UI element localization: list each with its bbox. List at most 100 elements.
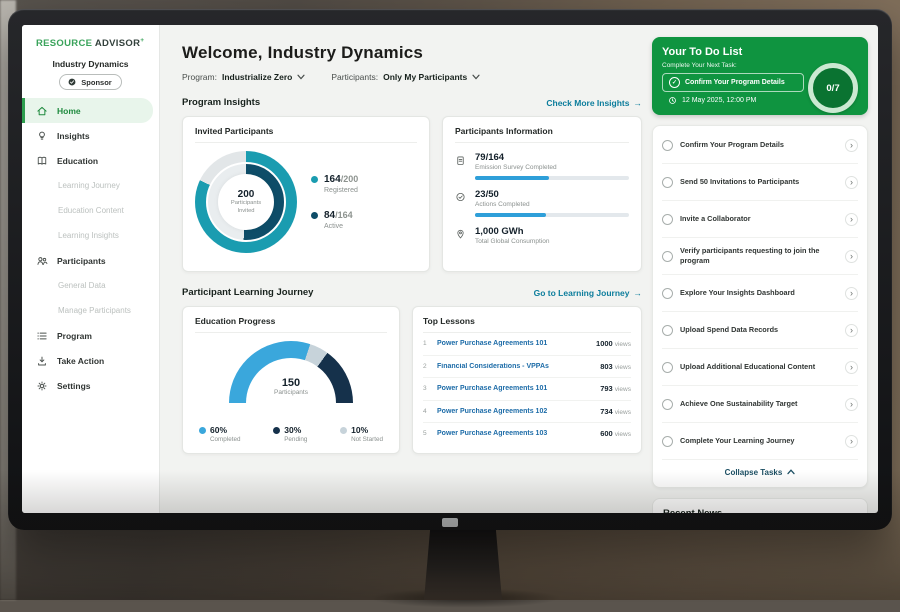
todo-card: Your To Do List Complete Your Next Task:… [652, 37, 868, 115]
actions-label: Actions Completed [475, 201, 629, 208]
collapse-tasks-button[interactable]: Collapse Tasks [662, 460, 858, 484]
task-item[interactable]: Explore Your Insights Dashboard › [662, 275, 858, 312]
take-action-icon [36, 355, 49, 367]
legend-item-registered: 164/200 Registered [311, 174, 358, 194]
legend-label: Completed [210, 436, 240, 443]
sidebar-item-education-content[interactable]: Education Content [22, 198, 159, 223]
arrow-right-icon: → [634, 98, 643, 108]
sidebar-item-manage-participants[interactable]: Manage Participants [22, 298, 159, 323]
sidebar-item-program[interactable]: Program [22, 323, 159, 348]
sponsor-badge[interactable]: Sponsor [59, 74, 121, 90]
survey-progress-track [475, 176, 629, 180]
lesson-link[interactable]: Power Purchase Agreements 101 [437, 385, 594, 392]
sidebar-item-general-data[interactable]: General Data [22, 273, 159, 298]
chevron-right-icon[interactable]: › [845, 435, 858, 448]
legend-label: Pending [284, 436, 307, 443]
task-checkbox[interactable] [662, 362, 673, 373]
org-name: Industry Dynamics [22, 59, 159, 69]
education-icon [36, 155, 49, 167]
legend-dot [311, 212, 318, 219]
task-checkbox[interactable] [662, 325, 673, 336]
program-insights-section-head: Program Insights Check More Insights → [182, 97, 642, 108]
check-more-insights-link[interactable]: Check More Insights → [546, 98, 642, 108]
education-center-label: Participants [229, 389, 353, 396]
task-item[interactable]: Confirm Your Program Details › [662, 127, 858, 164]
program-dropdown-value: Industrialize Zero [222, 72, 292, 82]
recent-news-title: Recent News [663, 508, 857, 513]
nav-label: Participants [57, 256, 106, 266]
actions-icon [455, 189, 467, 217]
task-checkbox[interactable] [662, 436, 673, 447]
invited-center-label: Participants Invited [225, 200, 267, 215]
task-item[interactable]: Complete Your Learning Journey › [662, 423, 858, 460]
task-item[interactable]: Send 50 Invitations to Participants › [662, 164, 858, 201]
legend-item-completed: 60% Completed [199, 425, 240, 443]
chevron-right-icon[interactable]: › [845, 287, 858, 300]
chevron-right-icon[interactable]: › [845, 139, 858, 152]
home-icon [36, 105, 49, 117]
sidebar-item-participants[interactable]: Participants [22, 248, 159, 273]
nav-label: Education [57, 156, 98, 166]
sidebar-item-insights[interactable]: Insights [22, 123, 159, 148]
invited-participants-donut: 200 Participants Invited [195, 151, 297, 253]
chevron-right-icon[interactable]: › [845, 176, 858, 189]
lesson-link[interactable]: Power Purchase Agreements 102 [437, 408, 594, 415]
task-item[interactable]: Upload Additional Educational Content › [662, 349, 858, 386]
task-checkbox[interactable] [662, 214, 673, 225]
chevron-right-icon[interactable]: › [845, 213, 858, 226]
legend-item-not-started: 10% Not Started [340, 425, 383, 443]
lesson-row: 4 Power Purchase Agreements 102 734views [423, 401, 631, 424]
education-center-value: 150 [229, 377, 353, 389]
monitor-logo [442, 518, 458, 527]
task-label: Upload Additional Educational Content [680, 362, 838, 372]
legend-total: /200 [341, 174, 359, 184]
invited-participants-card-title: Invited Participants [195, 126, 417, 143]
lesson-link[interactable]: Power Purchase Agreements 101 [437, 340, 590, 347]
sidebar-item-learning-journey[interactable]: Learning Journey [22, 173, 159, 198]
participants-dropdown-label: Participants: [331, 72, 378, 82]
chevron-right-icon[interactable]: › [845, 250, 858, 263]
todo-next-task[interactable]: ✓ Confirm Your Program Details [662, 73, 804, 92]
sidebar-item-education[interactable]: Education [22, 148, 159, 173]
legend-pct: 10% [351, 425, 383, 435]
stand-shadow [330, 584, 600, 612]
dashboard-screen: RESOURCE ADVISOR+ Industry Dynamics Spon… [22, 25, 878, 513]
legend-label: Registered [324, 187, 358, 194]
lesson-views-suffix: views [615, 364, 631, 371]
task-checkbox[interactable] [662, 399, 673, 410]
monitor: RESOURCE ADVISOR+ Industry Dynamics Spon… [8, 9, 892, 530]
chevron-right-icon[interactable]: › [845, 398, 858, 411]
chevron-right-icon[interactable]: › [845, 361, 858, 374]
nav-label: Insights [57, 131, 90, 141]
legend-value: 84 [324, 210, 335, 221]
task-checkbox[interactable] [662, 251, 673, 262]
chevron-right-icon[interactable]: › [845, 324, 858, 337]
task-checkbox[interactable] [662, 140, 673, 151]
sidebar-item-settings[interactable]: Settings [22, 373, 159, 398]
sponsor-label: Sponsor [81, 78, 111, 87]
legend-item-active: 84/164 Active [311, 210, 358, 230]
task-item[interactable]: Upload Spend Data Records › [662, 312, 858, 349]
task-checkbox[interactable] [662, 177, 673, 188]
sponsor-icon [67, 77, 77, 87]
sidebar-item-home[interactable]: Home [22, 98, 153, 123]
learning-journey-title: Participant Learning Journey [182, 287, 313, 298]
program-dropdown[interactable]: Program: Industrialize Zero [182, 72, 305, 82]
go-to-learning-journey-link[interactable]: Go to Learning Journey → [534, 288, 642, 298]
lesson-rank: 4 [423, 408, 431, 415]
actions-value: 23/50 [475, 189, 629, 200]
actions-progress-track [475, 213, 629, 217]
sidebar-item-take-action[interactable]: Take Action [22, 348, 159, 373]
sidebar-item-learning-insights[interactable]: Learning Insights [22, 223, 159, 248]
lesson-link[interactable]: Financial Considerations - VPPAs [437, 363, 594, 370]
task-checkbox[interactable] [662, 288, 673, 299]
lesson-row: 2 Financial Considerations - VPPAs 803vi… [423, 356, 631, 379]
task-item[interactable]: Invite a Collaborator › [662, 201, 858, 238]
task-item[interactable]: Verify participants requesting to join t… [662, 238, 858, 275]
invited-donut-center: 200 Participants Invited [218, 174, 274, 230]
lesson-link[interactable]: Power Purchase Agreements 103 [437, 430, 594, 437]
participants-dropdown[interactable]: Participants: Only My Participants [331, 72, 480, 82]
lesson-views: 793 [600, 384, 613, 393]
task-item[interactable]: Achieve One Sustainability Target › [662, 386, 858, 423]
lesson-views-suffix: views [615, 386, 631, 393]
